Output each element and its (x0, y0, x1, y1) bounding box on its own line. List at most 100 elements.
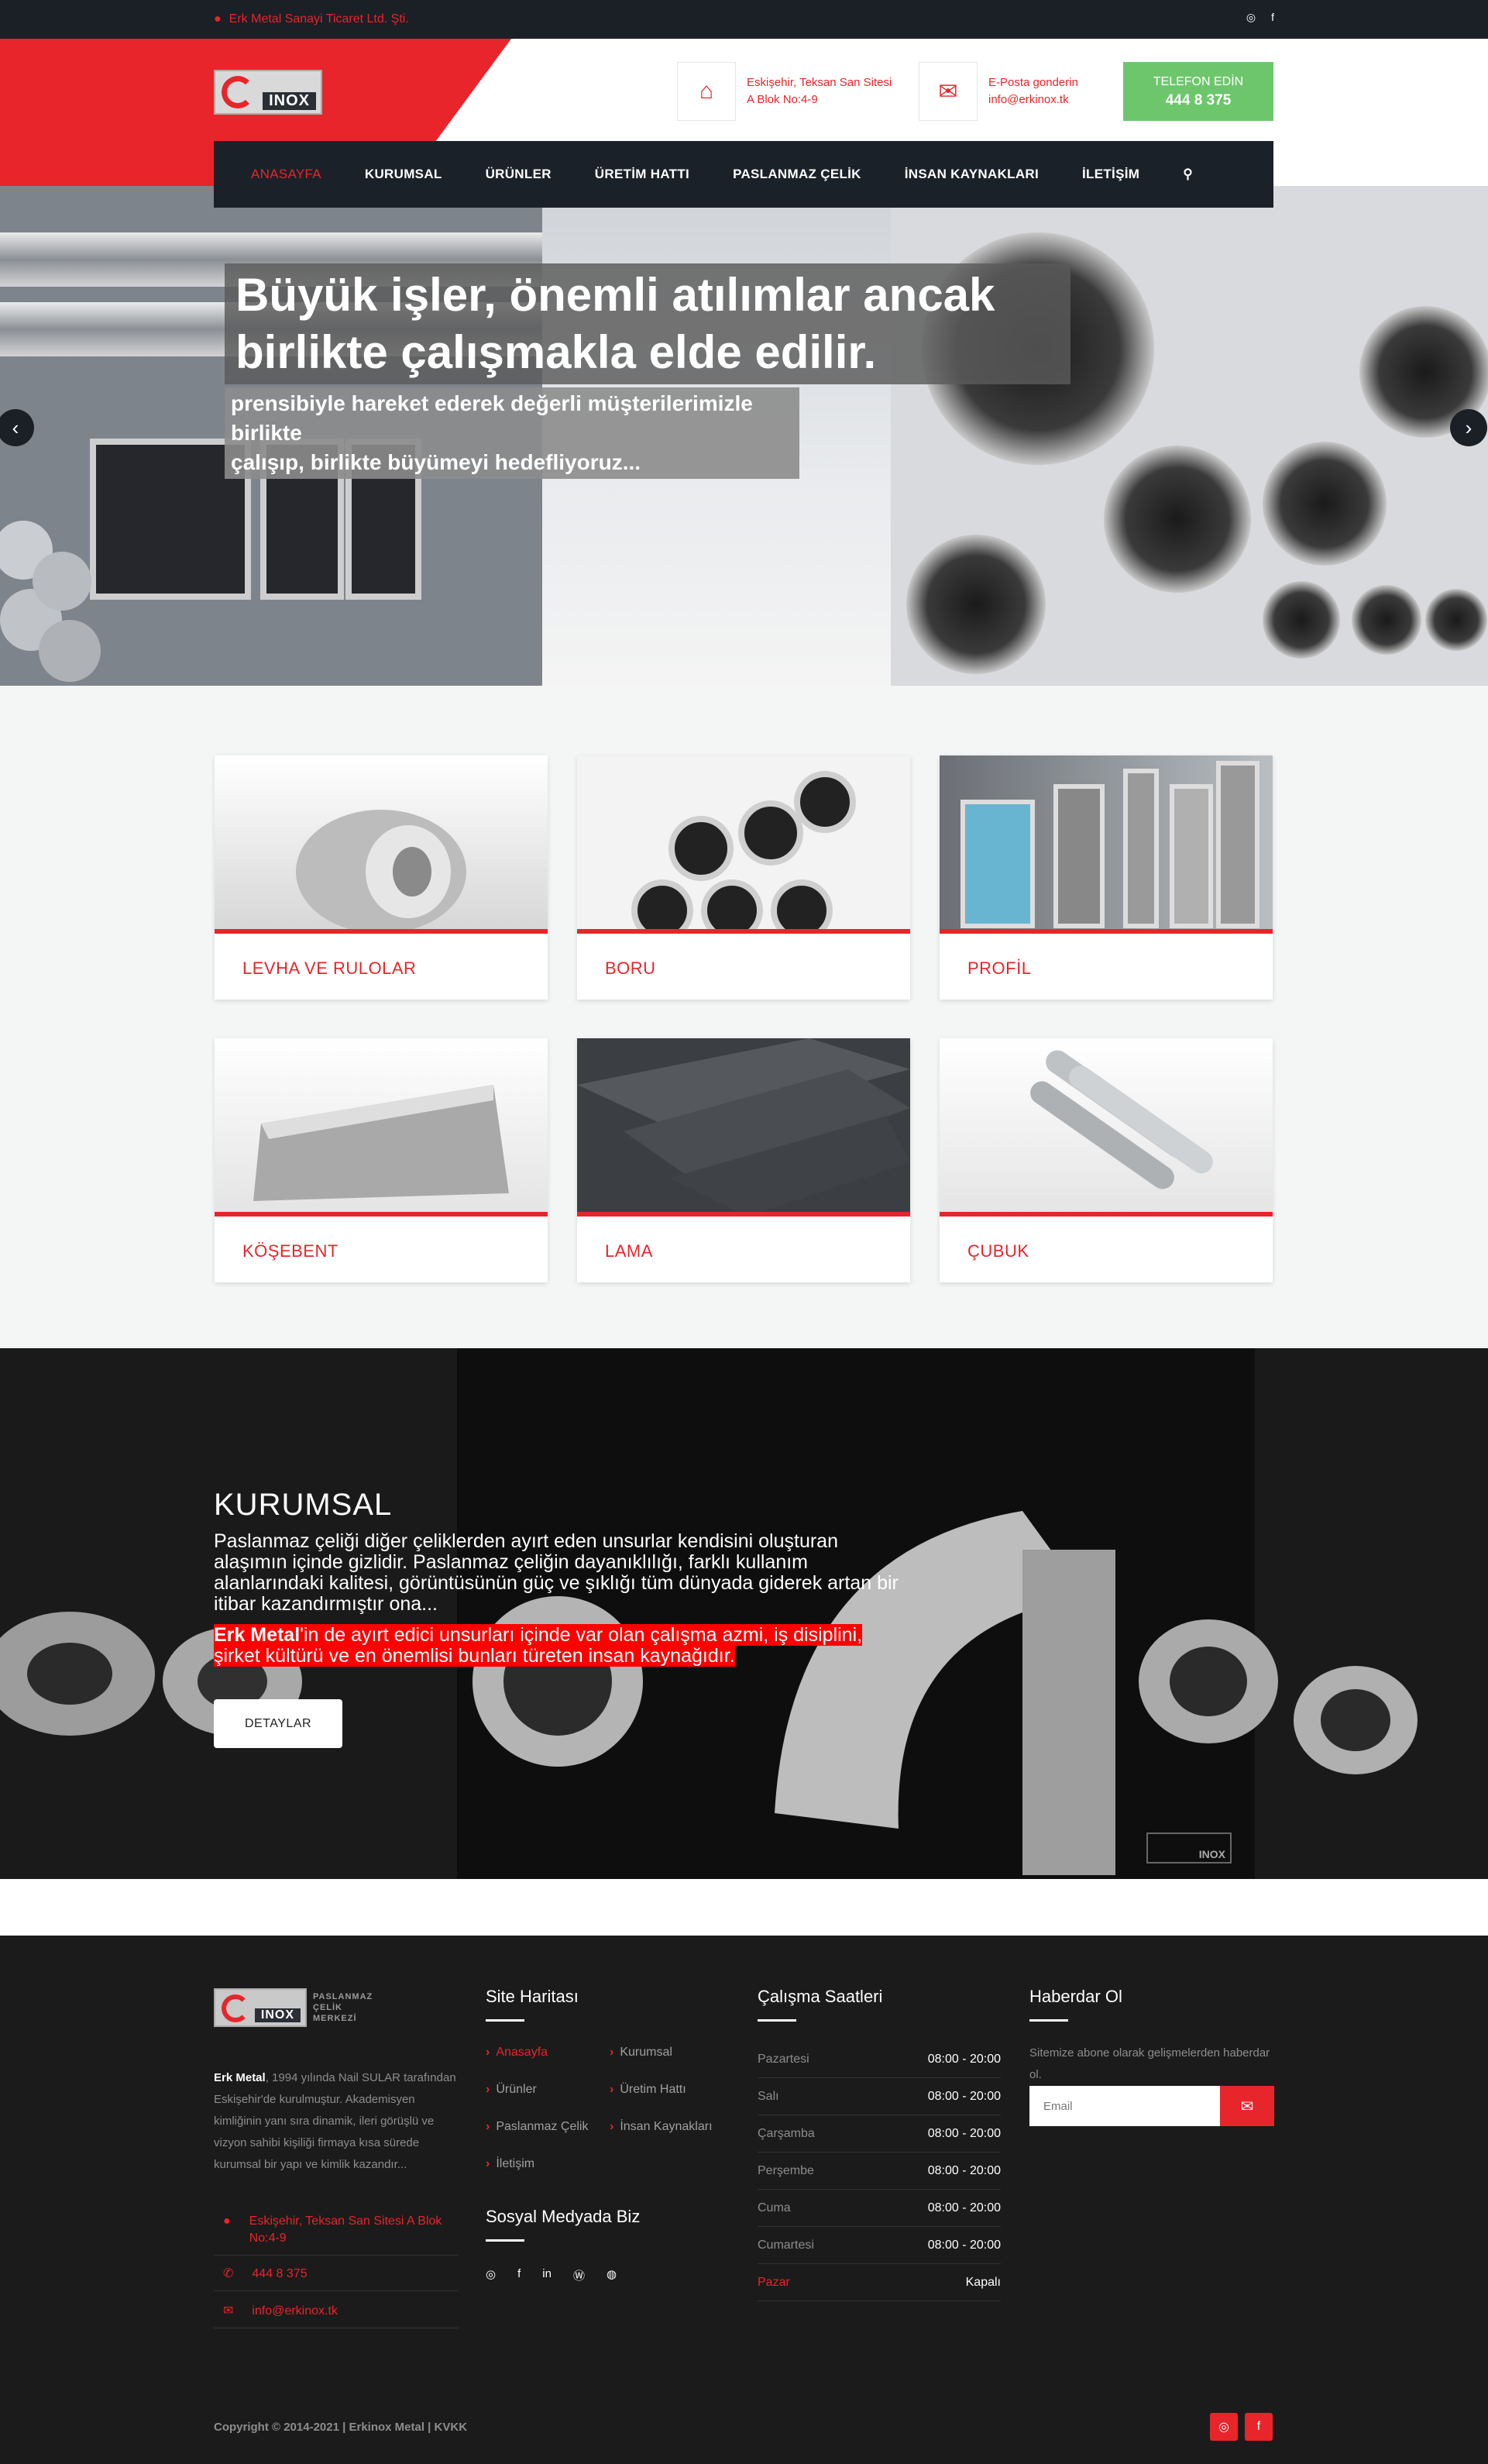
footer-phone-text: 444 8 375 (252, 2267, 308, 2280)
product-card-lama[interactable]: LAMA (577, 1038, 910, 1282)
hours-row-carsamba: Çarşamba 08:00 - 20:00 (758, 2115, 1001, 2153)
sitemap-link-uretim-hatti[interactable]: › Üretim Hattı (610, 2083, 686, 2097)
product-image-levha (215, 755, 548, 934)
header-address-line2: A Blok No:4-9 (747, 93, 818, 106)
facebook-icon: f (1256, 2420, 1261, 2433)
about-section: KURUMSAL Paslanmaz çeliği diğer çelikler… (0, 1348, 1488, 1879)
product-image-boru (577, 755, 910, 934)
top-address-text: Erk Metal Sanayi Ticaret Ltd. Şti. (229, 12, 409, 26)
sitemap-link-iletisim[interactable]: › İletişim (486, 2157, 534, 2171)
logo-circle-icon (222, 76, 254, 108)
sitemap-link-paslanmaz-celik[interactable]: › Paslanmaz Çelik (486, 2120, 588, 2134)
hours-time-cuma: 08:00 - 20:00 (927, 2201, 1001, 2215)
nav-item-uretim-hatti[interactable]: ÜRETİM HATTI (595, 167, 689, 182)
header-email-label: E-Posta gonderin (988, 76, 1078, 89)
product-image-lama (577, 1038, 910, 1217)
footer-address-text: Eskişehir, Teksan San Sitesi A Blok No:4… (249, 2215, 442, 2245)
header-email[interactable]: ✉ E-Posta gonderin info@erkinox.tk (919, 62, 1078, 121)
sitemap-link-kurumsal[interactable]: › Kurumsal (610, 2046, 672, 2060)
nav-item-paslanmaz-celik[interactable]: PASLANMAZ ÇELİK (733, 167, 861, 182)
hours-day-pazar: Pazar (758, 2275, 790, 2289)
about-paragraph-1: Paslanmaz çeliği diğer çeliklerden ayırt… (214, 1530, 899, 1615)
facebook-icon[interactable]: f (1271, 11, 1274, 24)
footer-logo-circle-icon (222, 1994, 249, 2022)
product-card-cubuk[interactable]: ÇUBUK (940, 1038, 1273, 1282)
product-label-cubuk: ÇUBUK (967, 1241, 1029, 1261)
about-watermark-logo: INOX (1146, 1833, 1232, 1863)
footer-logo-tagline-1: PASLANMAZ (313, 1992, 373, 2001)
sitemap-link-urunler[interactable]: › Ürünler (486, 2083, 537, 2097)
about-paragraph-2: Erk Metal'in de ayırt edici unsurları iç… (214, 1624, 911, 1667)
newsletter-submit-button[interactable]: ✉ (1220, 2086, 1274, 2126)
hours-row-persembe: Perşembe 08:00 - 20:00 (758, 2153, 1001, 2190)
footer-contact-address: ● Eskişehir, Teksan San Sitesi A Blok No:… (214, 2207, 459, 2256)
nav-item-iletisim[interactable]: İLETİŞİM (1082, 167, 1139, 182)
facebook-icon[interactable]: f (517, 2267, 521, 2283)
product-card-profil[interactable]: PROFİL (940, 755, 1273, 1000)
dribbble-icon[interactable]: ◍ (607, 2267, 617, 2283)
hours-time-carsamba: 08:00 - 20:00 (927, 2126, 1001, 2140)
footer-email-text: info@erkinox.tk (252, 2304, 338, 2318)
product-card-levha[interactable]: LEVHA VE RULOLAR (215, 755, 548, 1000)
nav-item-insan-kaynaklari[interactable]: İNSAN KAYNAKLARI (905, 167, 1039, 182)
logo-tagline-2: ÇELİK (328, 88, 358, 97)
hours-row-sali: Salı 08:00 - 20:00 (758, 2078, 1001, 2115)
call-button-label: TELEFON EDİN (1153, 75, 1244, 88)
hero-subheadline: prensibiyle hareket ederek değerli müşte… (225, 387, 799, 479)
wordpress-icon[interactable]: Ⓦ (573, 2267, 585, 2283)
sitemap-link-anasayfa-label: Anasayfa (496, 2046, 548, 2059)
footer-facebook-button[interactable]: f (1245, 2413, 1273, 2441)
product-image-profil (940, 755, 1273, 934)
main-nav: ANASAYFA KURUMSAL ÜRÜNLER ÜRETİM HATTI P… (214, 141, 1273, 208)
footer-contact-phone[interactable]: ✆ 444 8 375 (214, 2259, 459, 2291)
footer-instagram-button[interactable]: ◎ (1210, 2413, 1238, 2441)
footer-logo[interactable]: INOX PASLANMAZ ÇELİK MERKEZİ (214, 1988, 373, 2027)
instagram-icon[interactable]: ◎ (1246, 11, 1256, 24)
hero-headline-2: birlikte çalışmakla elde edilir. (235, 326, 877, 378)
header-email-address[interactable]: info@erkinox.tk (988, 91, 1078, 108)
call-button-number: 444 8 375 (1165, 92, 1232, 108)
logo[interactable]: INOX PASLANMAZ ÇELİK MERKEZİ (214, 68, 397, 116)
sitemap-link-anasayfa[interactable]: › Anasayfa (486, 2046, 548, 2060)
envelope-icon: ✉ (1240, 2097, 1254, 2115)
product-label-lama: LAMA (605, 1241, 653, 1261)
hours-row-pazar: Pazar Kapalı (758, 2264, 1001, 2301)
nav-item-kurumsal[interactable]: KURUMSAL (365, 167, 442, 182)
top-bar: ● Erk Metal Sanayi Ticaret Ltd. Şti. ◎ f (0, 0, 1488, 39)
product-label-profil: PROFİL (967, 958, 1032, 978)
hours-time-pazartesi: 08:00 - 20:00 (927, 2052, 1001, 2066)
hours-time-pazar: Kapalı (965, 2275, 1001, 2289)
search-icon[interactable]: ⚲ (1183, 167, 1193, 182)
footer-logo-tagline-2: ÇELİK (313, 2003, 342, 2012)
nav-item-anasayfa[interactable]: ANASAYFA (251, 167, 321, 182)
slider-next-button[interactable]: › (1450, 409, 1487, 446)
header-address-line1: Eskişehir, Teksan San Sitesi (747, 76, 892, 89)
hours-day-pazartesi: Pazartesi (758, 2052, 809, 2066)
top-social: ◎ f (1246, 11, 1274, 24)
footer-logo-tagline-3: MERKEZİ (313, 2014, 357, 2023)
hours-time-persembe: 08:00 - 20:00 (927, 2163, 1001, 2177)
newsletter-email-input[interactable] (1029, 2086, 1220, 2126)
nav-item-urunler[interactable]: ÜRÜNLER (486, 167, 552, 182)
top-address: ● Erk Metal Sanayi Ticaret Ltd. Şti. (214, 12, 409, 26)
logo-mark: INOX (214, 70, 322, 115)
sitemap-link-insan-kaynaklari[interactable]: › İnsan Kaynakları (610, 2120, 713, 2134)
logo-tagline: PASLANMAZ ÇELİK MERKEZİ (328, 76, 388, 108)
products-section: LEVHA VE RULOLAR BORU PROFİL KÖŞEBENT LA… (0, 686, 1488, 1348)
hours-row-cumartesi: Cumartesi 08:00 - 20:00 (758, 2227, 1001, 2264)
details-button[interactable]: DETAYLAR (214, 1699, 342, 1748)
linkedin-icon[interactable]: in (542, 2267, 552, 2283)
product-card-kosebent[interactable]: KÖŞEBENT (215, 1038, 548, 1282)
product-card-boru[interactable]: BORU (577, 755, 910, 1000)
hours-day-carsamba: Çarşamba (758, 2126, 815, 2140)
hours-row-cuma: Cuma 08:00 - 20:00 (758, 2190, 1001, 2227)
footer-contact-email[interactable]: ✉ info@erkinox.tk (214, 2297, 459, 2328)
call-button[interactable]: TELEFON EDİN 444 8 375 (1123, 62, 1273, 121)
about-paragraph-2-bold: Erk Metal (214, 1624, 301, 1646)
about-title: KURUMSAL (214, 1488, 393, 1522)
hero-headline: Büyük işler, önemli atılımlar ancak birl… (225, 263, 1070, 384)
instagram-icon[interactable]: ◎ (486, 2267, 496, 2283)
footer-logo-mark: INOX (214, 1988, 307, 2027)
product-label-levha: LEVHA VE RULOLAR (242, 958, 417, 978)
product-label-kosebent: KÖŞEBENT (242, 1241, 338, 1261)
